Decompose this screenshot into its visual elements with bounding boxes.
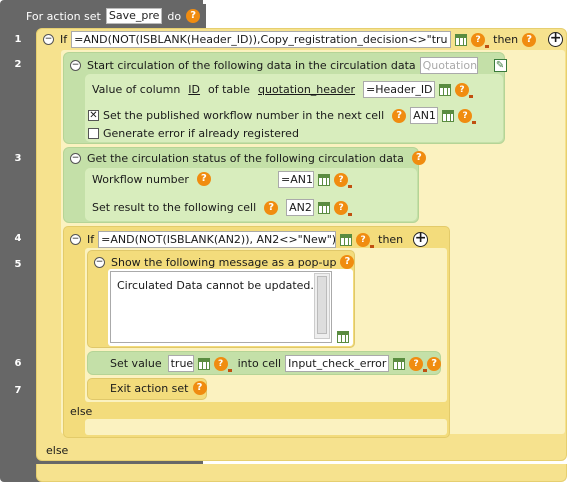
set-published-row: ✕ Set the published workflow number in t… [88,107,477,124]
exit-label: Exit action set [110,381,189,395]
inner-if-condition-field[interactable]: =AND(NOT(ISBLANK(AN2)), AN2<>"New") [98,231,337,248]
collapse-icon[interactable]: − [70,152,81,164]
formula-help-icon[interactable]: ? [356,232,375,248]
line-number: 2 [14,59,22,70]
if-keyword: If [87,233,95,246]
circulation-data-field[interactable]: Quotation [419,57,478,74]
popup-title-row: − Show the following message as a pop-up… [94,255,355,269]
action-set-header: For action set Save_pre do ? [9,4,207,28]
table-link[interactable]: quotation_header [258,83,355,96]
help-icon[interactable]: ? [186,9,201,23]
formula-help-icon[interactable]: ? [471,32,490,48]
help-icon[interactable]: ? [340,255,355,269]
then-keyword: then [493,33,519,46]
of-table-label: of table [208,83,250,96]
help-icon[interactable]: ? [264,200,279,215]
popup-message-textarea[interactable]: Circulated Data cannot be updated. [110,271,332,343]
action-set-name[interactable]: Save_pre [105,8,163,24]
inner-if-row: − If =AND(NOT(ISBLANK(AN2)), AN2<>"New")… [70,231,429,248]
status-title-row: − Get the circulation status of the foll… [70,151,426,165]
circulation-title-row: − Start circulation of the following dat… [70,57,507,74]
error-row: Generate error if already registered [88,127,299,140]
set-published-checkbox[interactable]: ✕ [88,110,99,121]
cell-reference-icon[interactable] [439,83,452,96]
formula-help-icon[interactable]: ? [458,108,477,124]
status-title: Get the circulation status of the follow… [87,151,404,165]
result-cell-label: Set result to the following cell [92,201,257,214]
workflow-number-row: Workflow number ? [92,172,211,186]
header-prefix: For action set [26,9,101,23]
cell-reference-icon[interactable] [442,109,455,122]
set-published-label: Set the published workflow number in the… [103,109,385,122]
formula-help-icon[interactable]: ? [334,172,352,188]
set-value-field[interactable]: true [167,355,194,372]
cell-reference-icon[interactable] [340,233,353,246]
value-of-column-label: Value of column [92,83,181,96]
help-icon[interactable]: ? [427,356,442,371]
target-cell-field[interactable]: Input_check_error [285,355,390,372]
cell-reference-icon[interactable] [318,201,331,214]
generate-error-checkbox[interactable] [88,128,99,139]
formula-help-icon[interactable]: ? [213,356,232,372]
then-keyword: then [378,233,404,246]
cell-reference-icon[interactable] [455,33,468,46]
outer-else-keyword: else [46,444,69,457]
formula-help-icon[interactable]: ? [455,82,474,98]
help-icon[interactable]: ? [196,172,211,186]
generate-error-label: Generate error if already registered [103,127,299,140]
header-suffix: do [167,9,182,23]
into-cell-label: into cell [237,357,282,370]
collapse-icon[interactable]: − [70,234,81,245]
formula-help-icon[interactable]: ? [409,356,428,372]
if-keyword: If [60,33,68,46]
result-cell-row: Set result to the following cell ? AN2 ? [92,199,353,216]
cell-reference-icon[interactable] [393,357,406,370]
line-number: 3 [14,153,22,164]
column-value-field[interactable]: =Header_ID [363,81,436,98]
line-number: 6 [14,358,22,369]
cell-reference-icon[interactable] [197,357,210,370]
collapse-icon[interactable]: − [70,60,81,71]
add-icon[interactable]: + [413,231,429,247]
circulation-title: Start circulation of the following data … [87,59,416,72]
help-icon[interactable]: ? [192,381,207,395]
cell-reference-icon[interactable] [318,173,330,186]
inner-else-keyword: else [70,405,93,418]
popup-message: Circulated Data cannot be updated. [117,279,314,292]
add-icon[interactable]: + [548,31,564,47]
column-link[interactable]: ID [188,83,200,96]
help-icon[interactable]: ? [392,108,407,123]
line-number: 1 [14,34,22,45]
published-cell-field[interactable]: AN1 [410,107,439,124]
line-number: 5 [14,259,22,270]
workflow-number-label: Workflow number [92,172,189,186]
if-condition-field[interactable]: =AND(NOT(ISBLANK(Header_ID)),Copy_regist… [71,31,452,48]
help-icon[interactable]: ? [522,32,537,47]
collapse-icon[interactable]: − [43,34,54,45]
formula-help-icon[interactable]: ? [334,200,353,216]
collapse-icon[interactable]: − [94,256,105,268]
set-value-row: Set value true ? into cell Input_check_e… [110,355,442,372]
set-value-label: Set value [110,357,162,370]
outer-else-area [36,464,567,482]
column-value-row: Value of column ID of table quotation_he… [92,81,474,98]
cell-reference-icon[interactable] [337,331,349,343]
line-number: 7 [14,385,22,396]
edit-icon[interactable]: ✎ [493,59,507,72]
workflow-number-field[interactable]: =AN1 [278,171,314,188]
scrollbar-thumb[interactable] [317,276,327,334]
popup-title: Show the following message as a pop-up [111,255,337,269]
if-row: − If =AND(NOT(ISBLANK(Header_ID)),Copy_r… [43,31,564,48]
popup-scrollbar[interactable] [314,273,330,339]
inner-else-area [85,419,447,435]
exit-row: Exit action set ? [110,381,207,395]
workflow-number-input-row: =AN1 ? [278,171,352,188]
help-icon[interactable]: ? [411,151,426,165]
result-cell-field[interactable]: AN2 [286,199,315,216]
line-number: 4 [14,233,22,244]
